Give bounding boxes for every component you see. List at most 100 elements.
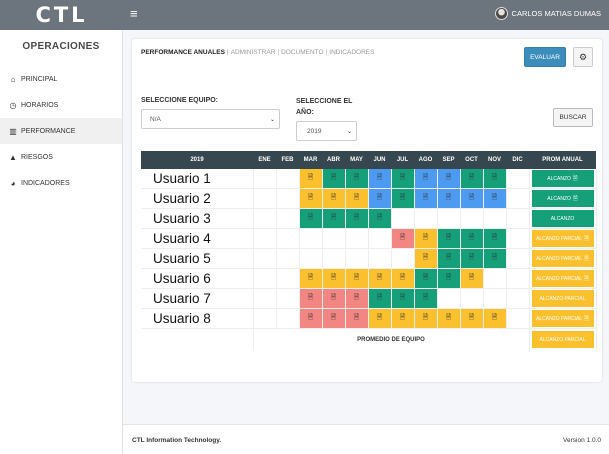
month-cell[interactable]: 🗎 <box>299 268 323 290</box>
sidebar-item-performance[interactable]: ▥ PERFORMANCE <box>0 118 122 144</box>
month-cell[interactable]: 🗎 <box>414 188 438 210</box>
brand-logo[interactable]: CTL <box>0 0 123 30</box>
document-icon[interactable]: 🗎 <box>584 274 589 284</box>
document-icon[interactable]: 🗎 <box>446 313 452 321</box>
month-cell[interactable]: 🗎 <box>322 288 346 310</box>
month-cell[interactable]: 🗎 <box>437 188 461 210</box>
month-cell[interactable]: 🗎 <box>299 288 323 310</box>
document-icon[interactable]: 🗎 <box>331 313 337 321</box>
document-icon[interactable]: 🗎 <box>400 313 406 321</box>
document-icon[interactable]: 🗎 <box>492 193 498 201</box>
document-icon[interactable]: 🗎 <box>423 293 429 301</box>
document-icon[interactable]: 🗎 <box>469 193 475 201</box>
month-cell[interactable]: 🗎 <box>391 188 415 210</box>
prom-anual-badge[interactable]: ALCANZO PARCIAL <box>531 290 594 308</box>
month-cell[interactable]: 🗎 <box>460 228 484 250</box>
month-cell[interactable]: 🗎 <box>322 308 346 330</box>
document-icon[interactable]: 🗎 <box>492 173 498 181</box>
month-cell[interactable]: 🗎 <box>368 169 392 190</box>
gear-icon[interactable]: ⚙ <box>573 47 593 67</box>
sidebar-item-horarios[interactable]: ◷ HORARIOS <box>0 92 122 118</box>
document-icon[interactable]: 🗎 <box>492 233 498 241</box>
document-icon[interactable]: 🗎 <box>308 313 314 321</box>
user-menu[interactable]: CARLOS MATIAS DUMAS <box>494 7 601 20</box>
month-cell[interactable]: 🗎 <box>345 288 369 310</box>
month-cell[interactable]: 🗎 <box>483 228 507 250</box>
document-icon[interactable]: 🗎 <box>446 273 452 281</box>
document-icon[interactable]: 🗎 <box>469 233 475 241</box>
month-cell[interactable]: 🗎 <box>345 308 369 330</box>
month-cell[interactable]: 🗎 <box>368 208 392 230</box>
month-cell[interactable]: 🗎 <box>414 268 438 290</box>
month-cell[interactable]: 🗎 <box>460 268 484 290</box>
month-cell[interactable]: 🗎 <box>414 308 438 330</box>
prom-anual-badge[interactable]: ALCANZO PARCIAL 🗎 <box>531 230 594 248</box>
document-icon[interactable]: 🗎 <box>469 253 475 261</box>
document-icon[interactable]: 🗎 <box>469 273 475 281</box>
month-cell[interactable]: 🗎 <box>460 308 484 330</box>
month-cell[interactable]: 🗎 <box>437 248 461 270</box>
document-icon[interactable]: 🗎 <box>377 313 383 321</box>
document-icon[interactable]: 🗎 <box>331 193 337 201</box>
month-cell[interactable]: 🗎 <box>345 169 369 190</box>
document-icon[interactable]: 🗎 <box>331 173 337 181</box>
document-icon[interactable]: 🗎 <box>377 173 383 181</box>
month-cell[interactable]: 🗎 <box>391 288 415 310</box>
document-icon[interactable]: 🗎 <box>446 253 452 261</box>
hamburger-icon[interactable]: ≡ <box>130 6 138 21</box>
document-icon[interactable]: 🗎 <box>354 173 360 181</box>
document-icon[interactable]: 🗎 <box>308 293 314 301</box>
document-icon[interactable]: 🗎 <box>573 174 578 184</box>
document-icon[interactable]: 🗎 <box>377 273 383 281</box>
document-icon[interactable]: 🗎 <box>400 233 406 241</box>
month-cell[interactable]: 🗎 <box>391 228 415 250</box>
month-cell[interactable]: 🗎 <box>299 169 323 190</box>
month-cell[interactable]: 🗎 <box>483 188 507 210</box>
document-icon[interactable]: 🗎 <box>446 173 452 181</box>
year-select[interactable]: 2019 ⌄ <box>296 121 357 141</box>
document-icon[interactable]: 🗎 <box>354 273 360 281</box>
document-icon[interactable]: 🗎 <box>492 313 498 321</box>
document-icon[interactable]: 🗎 <box>584 314 589 324</box>
month-cell[interactable]: 🗎 <box>322 208 346 230</box>
buscar-button[interactable]: BUSCAR <box>553 108 593 127</box>
sidebar-item-indicadores[interactable]: ◕ INDICADORES <box>0 170 122 196</box>
month-cell[interactable]: 🗎 <box>391 268 415 290</box>
document-icon[interactable]: 🗎 <box>584 254 589 264</box>
month-cell[interactable]: 🗎 <box>322 268 346 290</box>
document-icon[interactable]: 🗎 <box>573 194 578 204</box>
document-icon[interactable]: 🗎 <box>400 293 406 301</box>
document-icon[interactable]: 🗎 <box>377 213 383 221</box>
month-cell[interactable]: 🗎 <box>391 308 415 330</box>
document-icon[interactable]: 🗎 <box>331 273 337 281</box>
month-cell[interactable]: 🗎 <box>483 169 507 190</box>
document-icon[interactable]: 🗎 <box>446 233 452 241</box>
month-cell[interactable]: 🗎 <box>437 228 461 250</box>
month-cell[interactable]: 🗎 <box>368 268 392 290</box>
month-cell[interactable]: 🗎 <box>299 188 323 210</box>
user-name[interactable]: CARLOS MATIAS DUMAS <box>512 9 601 18</box>
tab-performance-anuales[interactable]: PERFORMANCE ANUALES <box>141 49 225 56</box>
sidebar-item-principal[interactable]: ⌂ PRINCIPAL <box>0 66 122 92</box>
month-cell[interactable]: 🗎 <box>460 248 484 270</box>
document-icon[interactable]: 🗎 <box>400 273 406 281</box>
prom-anual-badge[interactable]: ALCANZO 🗎 <box>531 190 594 208</box>
document-icon[interactable]: 🗎 <box>377 293 383 301</box>
month-cell[interactable]: 🗎 <box>368 288 392 310</box>
prom-anual-badge[interactable]: ALCANZO PARCIAL 🗎 <box>531 250 594 268</box>
document-icon[interactable]: 🗎 <box>308 173 314 181</box>
month-cell[interactable]: 🗎 <box>460 169 484 190</box>
document-icon[interactable]: 🗎 <box>492 253 498 261</box>
document-icon[interactable]: 🗎 <box>469 313 475 321</box>
month-cell[interactable]: 🗎 <box>414 169 438 190</box>
tab-administrar[interactable]: ADMINISTRAR <box>231 49 276 56</box>
document-icon[interactable]: 🗎 <box>423 313 429 321</box>
month-cell[interactable]: 🗎 <box>483 308 507 330</box>
document-icon[interactable]: 🗎 <box>308 213 314 221</box>
document-icon[interactable]: 🗎 <box>354 313 360 321</box>
sidebar-item-riesgos[interactable]: ▲ RIESGOS <box>0 144 122 170</box>
prom-anual-badge[interactable]: ALCANZO PARCIAL 🗎 <box>531 270 594 288</box>
document-icon[interactable]: 🗎 <box>446 193 452 201</box>
promedio-badge[interactable]: ALCANZO PARCIAL <box>531 331 594 349</box>
tab-documento[interactable]: DOCUMENTO <box>281 49 324 56</box>
